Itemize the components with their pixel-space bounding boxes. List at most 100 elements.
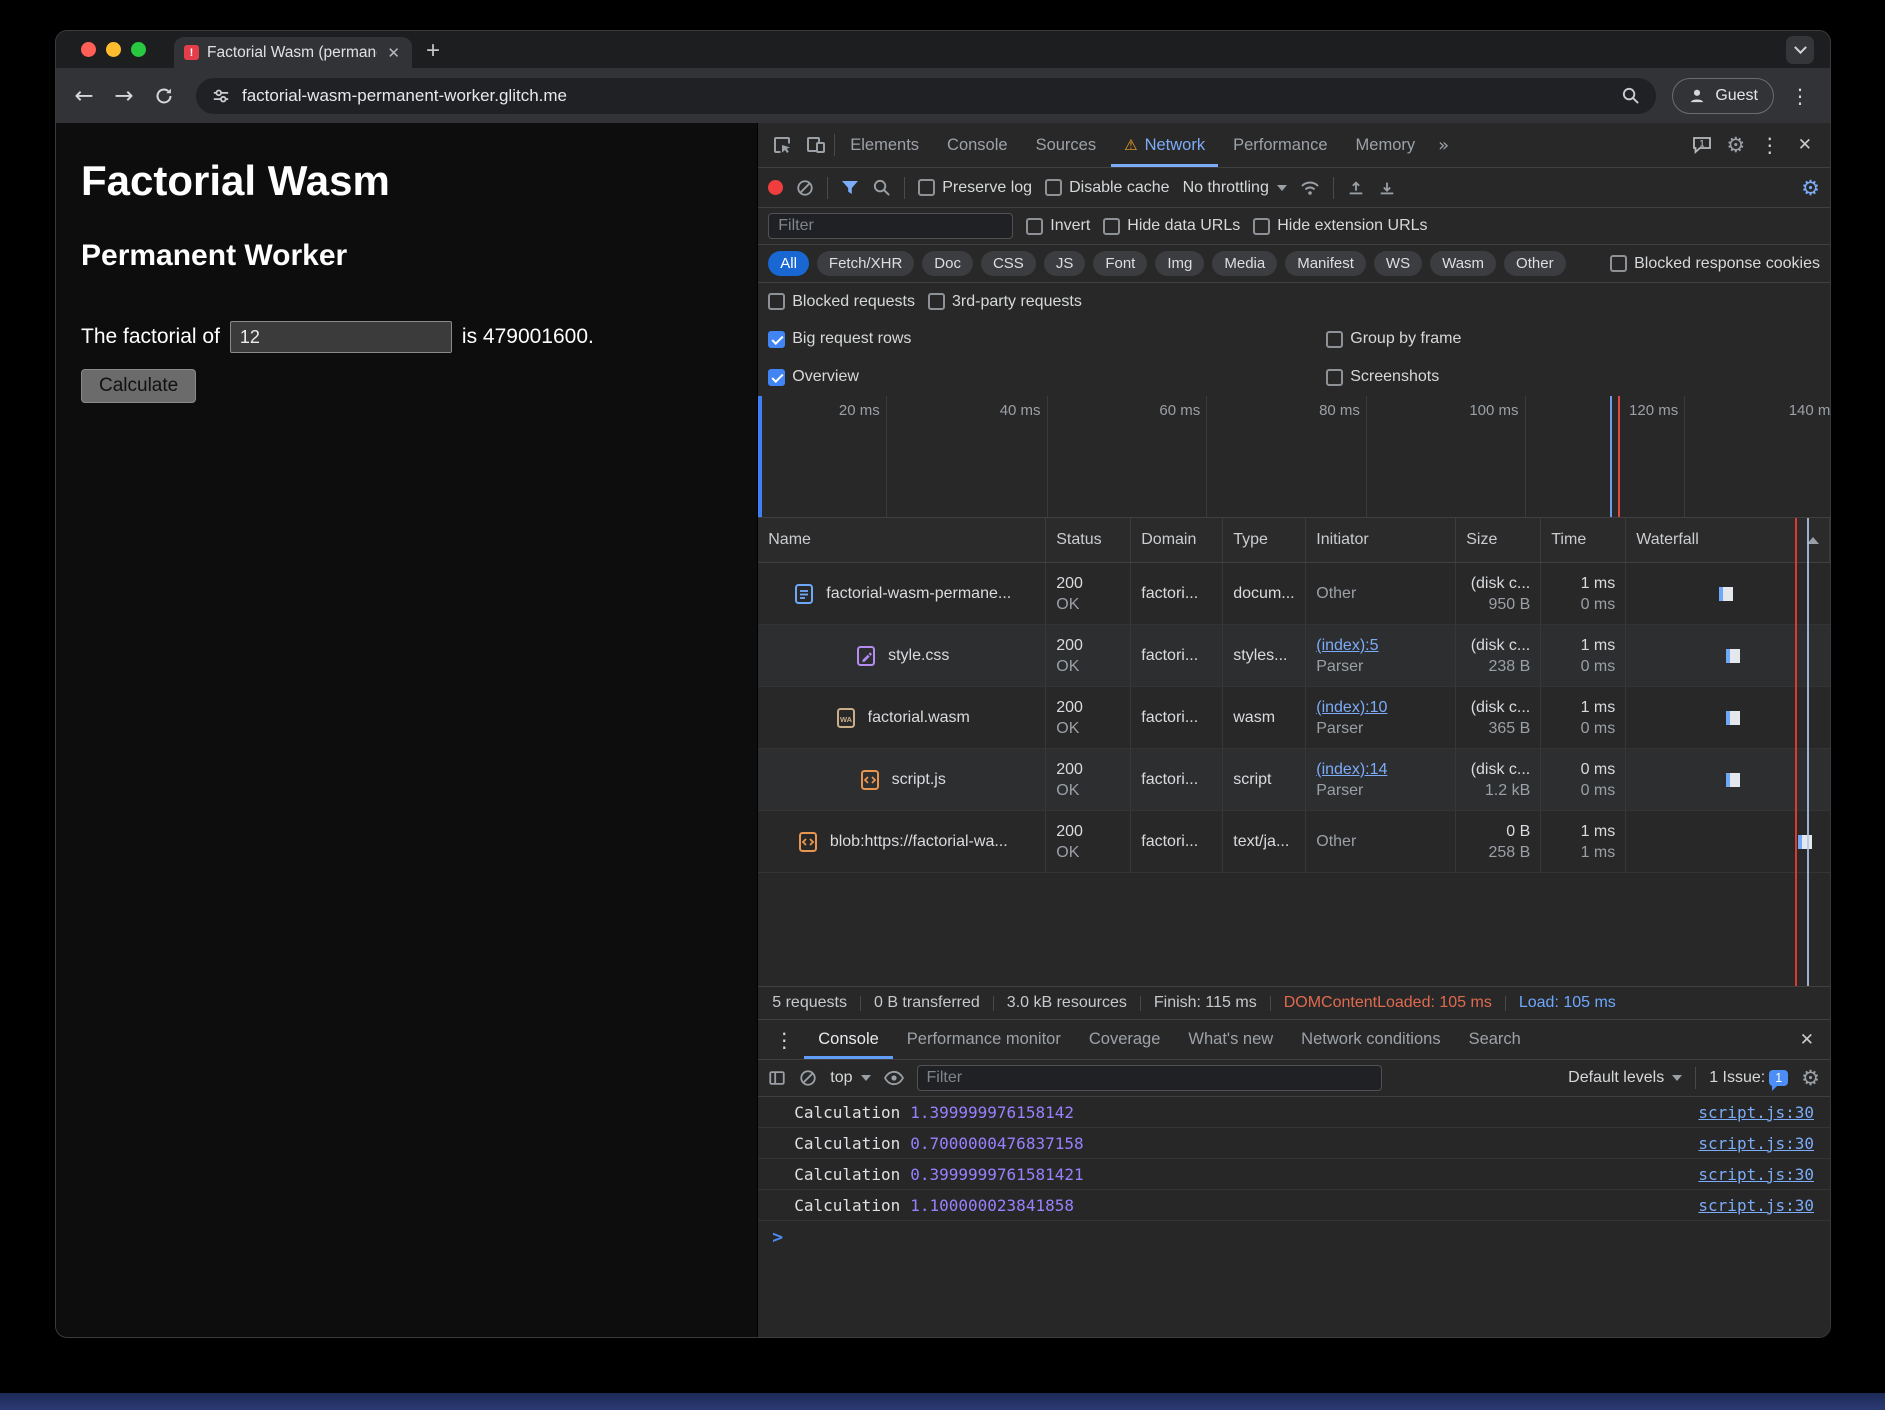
log-levels-dropdown[interactable]: Default levels [1568,1069,1682,1087]
maximize-window-button[interactable] [131,42,146,57]
new-tab-button[interactable]: + [426,39,440,63]
throttling-dropdown[interactable]: No throttling [1183,179,1287,197]
column-initiator[interactable]: Initiator [1306,518,1456,562]
drawer-tab-coverage[interactable]: Coverage [1075,1020,1175,1059]
column-type[interactable]: Type [1223,518,1306,562]
device-toolbar-button[interactable] [800,129,832,161]
disable-cache-checkbox[interactable]: Disable cache [1045,179,1170,197]
filter-chip-js[interactable]: JS [1044,251,1086,276]
issues-counter[interactable]: 1 Issue: 1 [1709,1069,1788,1087]
filter-chip-doc[interactable]: Doc [922,251,973,276]
search-icon[interactable] [872,178,891,197]
execution-context-dropdown[interactable]: top [830,1069,870,1087]
record-button[interactable] [768,180,783,195]
column-domain[interactable]: Domain [1131,518,1223,562]
group-by-frame-checkbox[interactable]: Group by frame [1326,330,1461,348]
source-link[interactable]: script.js:30 [1698,1196,1814,1215]
drawer-close-button[interactable]: ✕ [1790,1030,1824,1050]
drawer-menu-button[interactable]: ⋮ [764,1028,804,1052]
tab-close-icon[interactable]: ✕ [385,44,402,62]
devtools-menu-button[interactable]: ⋮ [1754,129,1786,161]
hide-data-urls-checkbox[interactable]: Hide data URLs [1103,217,1240,235]
console-filter-input[interactable] [917,1065,1382,1091]
factorial-input[interactable] [230,321,452,353]
devtools-close-button[interactable]: ✕ [1788,135,1822,155]
calculate-button[interactable]: Calculate [81,369,196,403]
filter-chip-media[interactable]: Media [1212,251,1277,276]
initiator-link[interactable]: (index):10 [1316,697,1445,718]
forward-button[interactable]: → [108,80,140,112]
tab-sources[interactable]: Sources [1023,123,1110,167]
table-row[interactable]: style.css 200OK factori... styles... (in… [758,625,1830,687]
browser-menu-button[interactable]: ⋮ [1782,84,1818,108]
live-expression-eye-icon[interactable] [884,1070,904,1086]
clear-console-icon[interactable] [799,1069,817,1087]
drawer-tab-search[interactable]: Search [1455,1020,1535,1059]
site-settings-icon[interactable] [212,87,230,105]
filter-chip-wasm[interactable]: Wasm [1430,251,1496,276]
overview-handle[interactable] [758,396,762,517]
filter-chip-css[interactable]: CSS [981,251,1036,276]
filter-chip-font[interactable]: Font [1093,251,1147,276]
back-button[interactable]: ← [68,80,100,112]
third-party-requests-checkbox[interactable]: 3rd-party requests [928,293,1082,311]
drawer-tab-performance-monitor[interactable]: Performance monitor [893,1020,1075,1059]
drawer-tab-whats-new[interactable]: What's new [1174,1020,1287,1059]
tab-search-button[interactable] [1786,36,1814,64]
source-link[interactable]: script.js:30 [1698,1134,1814,1153]
reload-button[interactable] [148,80,180,112]
import-har-icon[interactable] [1347,179,1365,197]
network-settings-button[interactable]: ⚙ [1801,176,1820,200]
preserve-log-checkbox[interactable]: Preserve log [918,179,1032,197]
column-size[interactable]: Size [1456,518,1541,562]
invert-checkbox[interactable]: Invert [1026,217,1090,235]
filter-chip-other[interactable]: Other [1504,251,1566,276]
initiator-link[interactable]: (index):5 [1316,635,1445,656]
column-time[interactable]: Time [1541,518,1626,562]
drawer-tab-network-conditions[interactable]: Network conditions [1287,1020,1454,1059]
export-har-icon[interactable] [1378,179,1396,197]
table-row[interactable]: script.js 200OK factori... script (index… [758,749,1830,811]
network-filter-input[interactable] [768,213,1013,239]
initiator-link[interactable]: (index):14 [1316,759,1445,780]
filter-chip-ws[interactable]: WS [1374,251,1422,276]
devtools-settings-button[interactable]: ⚙ [1720,129,1752,161]
filter-chip-manifest[interactable]: Manifest [1285,251,1366,276]
more-tabs-button[interactable]: » [1430,135,1457,156]
table-row[interactable]: factorial-wasm-permane... 200OK factori.… [758,563,1830,625]
issues-button[interactable]: 1 [1686,129,1718,161]
tab-memory[interactable]: Memory [1343,123,1429,167]
network-conditions-icon[interactable] [1300,180,1320,196]
console-settings-button[interactable]: ⚙ [1801,1066,1820,1090]
source-link[interactable]: script.js:30 [1698,1165,1814,1184]
column-waterfall[interactable]: Waterfall [1626,518,1830,562]
filter-icon[interactable] [841,180,859,196]
blocked-requests-checkbox[interactable]: Blocked requests [768,293,915,311]
drawer-tab-console[interactable]: Console [804,1020,893,1059]
filter-chip-fetch-xhr[interactable]: Fetch/XHR [817,251,914,276]
filter-chip-all[interactable]: All [768,251,809,276]
tab-console[interactable]: Console [934,123,1021,167]
overview-checkbox[interactable]: Overview [768,368,859,386]
blocked-response-cookies-checkbox[interactable]: Blocked response cookies [1610,255,1820,273]
close-window-button[interactable] [81,42,96,57]
hide-extension-urls-checkbox[interactable]: Hide extension URLs [1253,217,1427,235]
network-overview-timeline[interactable]: 20 ms 40 ms 60 ms 80 ms 100 ms 120 ms 14… [758,396,1830,518]
tab-network[interactable]: ⚠ Network [1111,123,1218,167]
tab-performance[interactable]: Performance [1220,123,1340,167]
tab-elements[interactable]: Elements [837,123,932,167]
inspect-element-button[interactable] [766,129,798,161]
source-link[interactable]: script.js:30 [1698,1103,1814,1122]
filter-chip-img[interactable]: Img [1155,251,1204,276]
address-bar[interactable]: factorial-wasm-permanent-worker.glitch.m… [196,78,1656,114]
console-prompt[interactable]: > [758,1221,1830,1253]
column-name[interactable]: Name [758,518,1046,562]
console-sidebar-icon[interactable] [768,1069,786,1087]
profile-button[interactable]: Guest [1672,78,1774,114]
table-row[interactable]: WA factorial.wasm 200OK factori... wasm … [758,687,1830,749]
browser-tab[interactable]: ! Factorial Wasm (permanent W ✕ [174,37,412,68]
big-request-rows-checkbox[interactable]: Big request rows [768,330,911,348]
table-row[interactable]: blob:https://factorial-wa... 200OK facto… [758,811,1830,873]
minimize-window-button[interactable] [106,42,121,57]
zoom-icon[interactable] [1621,86,1640,105]
